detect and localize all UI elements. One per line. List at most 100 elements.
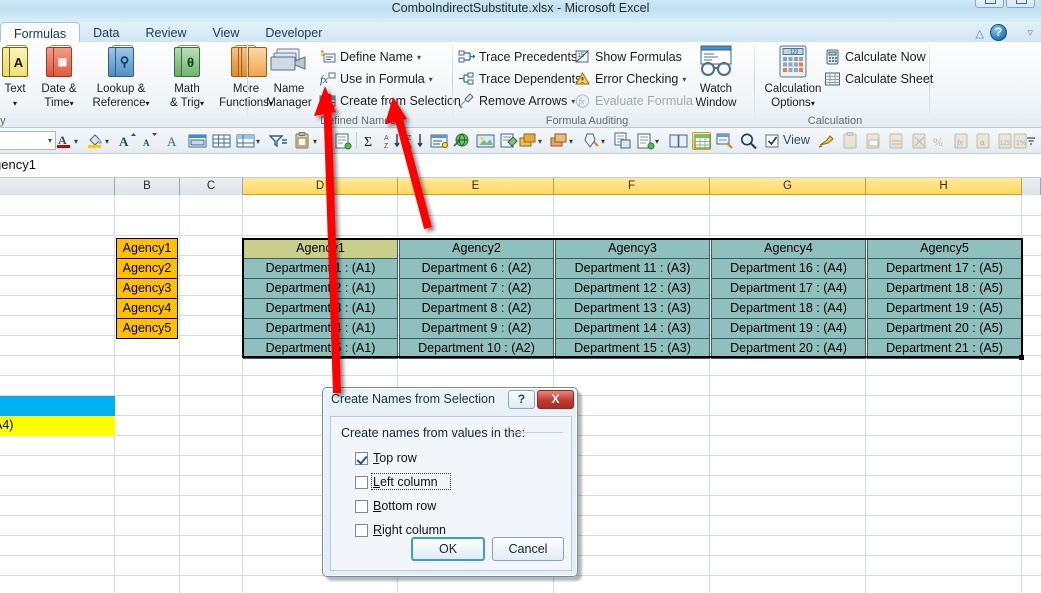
- table-row[interactable]: Department 8 : (A2): [399, 298, 554, 319]
- chevron-down-icon[interactable]: ▿: [1027, 26, 1033, 39]
- agency-cell[interactable]: Agency3: [116, 278, 178, 299]
- table-row[interactable]: Department 19 : (A5): [867, 298, 1022, 319]
- shape-outline-chevron-icon[interactable]: ▾: [601, 137, 605, 146]
- table-row[interactable]: Department 17 : (A5): [867, 258, 1022, 279]
- table-header-cell[interactable]: Agency1: [243, 238, 398, 259]
- table-row[interactable]: Department 20 : (A4): [711, 338, 866, 359]
- book-icon[interactable]: [669, 132, 688, 150]
- dialog-close-button[interactable]: X: [537, 390, 574, 409]
- table-row[interactable]: Department 12 : (A3): [555, 278, 710, 299]
- shape-icon[interactable]: [519, 132, 538, 150]
- checkbox-box[interactable]: [355, 452, 368, 465]
- print-preview-icon[interactable]: [613, 132, 632, 150]
- picture-icon[interactable]: [476, 132, 495, 150]
- ribbon-tab-view[interactable]: View: [200, 22, 253, 42]
- find-replace-icon[interactable]: [716, 132, 735, 150]
- table-row[interactable]: Department 10 : (A2): [399, 338, 554, 359]
- insert-object-icon[interactable]: [499, 132, 518, 150]
- table-row[interactable]: Department 18 : (A4): [711, 298, 866, 319]
- ribbon-command-use-in-formula[interactable]: fx Use in Formula ▾: [318, 68, 433, 90]
- paste-link-icon[interactable]: [887, 132, 906, 150]
- table-row[interactable]: Department 6 : (A2): [399, 258, 554, 279]
- font-color-chevron-icon[interactable]: ▾: [74, 137, 78, 146]
- shape-outline-icon[interactable]: [582, 132, 601, 150]
- window-controls[interactable]: [975, 0, 1035, 8]
- table-row[interactable]: Department 5 : (A1): [243, 338, 398, 359]
- increase-font-icon[interactable]: A: [118, 132, 137, 150]
- fill-color-icon[interactable]: [86, 132, 105, 150]
- table-row[interactable]: Department 17 : (A4): [711, 278, 866, 299]
- dialog-help-button[interactable]: ?: [508, 390, 535, 409]
- spreadsheet-icon[interactable]: [692, 132, 711, 150]
- ribbon-button-watch-window[interactable]: Watch Window: [687, 45, 745, 109]
- paste-noborder-icon[interactable]: [910, 132, 929, 150]
- format-painter-icon[interactable]: [818, 132, 837, 150]
- help-icon[interactable]: ?: [990, 24, 1007, 41]
- table-row[interactable]: Department 15 : (A3): [555, 338, 710, 359]
- column-header-E[interactable]: E: [398, 178, 554, 195]
- percent-icon[interactable]: %: [931, 132, 950, 150]
- shape-chevron-icon[interactable]: ▾: [538, 137, 542, 146]
- border-style-chevron-icon[interactable]: ▾: [256, 137, 260, 146]
- table-row[interactable]: Department 13 : (A3): [555, 298, 710, 319]
- table-row[interactable]: Department 2 : (A1): [243, 278, 398, 299]
- checkbox-box[interactable]: [355, 500, 368, 513]
- ribbon-command-calculate-sheet[interactable]: Calculate Sheet: [823, 68, 933, 90]
- fill-color-chevron-icon[interactable]: ▾: [105, 137, 109, 146]
- formula-paste-icon[interactable]: fx: [952, 132, 971, 150]
- table-row[interactable]: Department 18 : (A5): [867, 278, 1022, 299]
- table-row[interactable]: Department 14 : (A3): [555, 318, 710, 339]
- ribbon-button-lookup-reference[interactable]: ⚲ Lookup & Reference▾: [82, 45, 160, 110]
- table-row[interactable]: Department 19 : (A4): [711, 318, 866, 339]
- ribbon-button-date-time[interactable]: ▦ Date & Time▾: [30, 45, 88, 110]
- border-style-icon[interactable]: [236, 132, 255, 150]
- agency-cell[interactable]: Agency4: [116, 298, 178, 319]
- table-row[interactable]: Department 1 : (A1): [243, 258, 398, 279]
- ribbon-command-trace-dependents[interactable]: Trace Dependents: [457, 68, 581, 90]
- restore-button[interactable]: [1006, 0, 1035, 8]
- cyan-cell[interactable]: [0, 396, 115, 416]
- ribbon-button-name-manager[interactable]: Name Manager: [260, 45, 318, 109]
- dialog-ok-button[interactable]: OK: [411, 537, 485, 561]
- ribbon-command-remove-arrows[interactable]: Remove Arrows ▾: [457, 90, 575, 112]
- table-row[interactable]: Department 4 : (A1): [243, 318, 398, 339]
- checkbox-view-icon[interactable]: [763, 132, 782, 150]
- formula-bar[interactable]: gency1: [0, 154, 1041, 178]
- autosum-icon[interactable]: Σ: [361, 132, 380, 150]
- paste-special-icon[interactable]: [293, 132, 312, 150]
- ribbon-command-trace-precedents[interactable]: Trace Precedents: [457, 46, 577, 68]
- paste-special-chevron-icon[interactable]: ▾: [313, 137, 317, 146]
- table-row[interactable]: Department 3 : (A1): [243, 298, 398, 319]
- paste-text-icon[interactable]: a: [974, 132, 993, 150]
- table-row[interactable]: Department 7 : (A2): [399, 278, 554, 299]
- table-header-cell[interactable]: Agency5: [867, 238, 1022, 259]
- column-header-B[interactable]: B: [115, 178, 180, 195]
- ribbon-tab-formulas[interactable]: Formulas: [0, 22, 81, 42]
- ribbon-command-create-from-selection[interactable]: Create from Selection: [318, 90, 461, 112]
- table-row[interactable]: Department 11 : (A3): [555, 258, 710, 279]
- ribbon-command-show-formulas[interactable]: 15 Show Formulas: [573, 46, 682, 68]
- agency-cell[interactable]: Agency5: [116, 318, 178, 339]
- table-row[interactable]: Department 16 : (A4): [711, 258, 866, 279]
- form-icon[interactable]: [430, 132, 449, 150]
- page-setup-icon[interactable]: [636, 132, 655, 150]
- yellow-cell[interactable]: A4): [0, 416, 115, 436]
- column-header-F[interactable]: F: [554, 178, 710, 195]
- column-header-C[interactable]: C: [180, 178, 243, 195]
- ribbon-tab-developer[interactable]: Developer: [252, 22, 335, 42]
- view-label[interactable]: View: [783, 133, 810, 147]
- ribbon-tab-review[interactable]: Review: [133, 22, 200, 42]
- checkbox-box[interactable]: [355, 524, 368, 537]
- filter-icon[interactable]: [268, 132, 288, 150]
- font-style-icon[interactable]: A: [163, 132, 182, 150]
- export-icon[interactable]: [334, 132, 353, 150]
- column-header-A[interactable]: [0, 178, 115, 195]
- more-icon[interactable]: [1024, 132, 1038, 150]
- create-names-dialog[interactable]: Create Names from Selection ? X Create n…: [322, 387, 578, 577]
- ribbon-command-define-name[interactable]: Define Name ▾: [318, 46, 421, 68]
- font-color-icon[interactable]: A: [55, 132, 74, 150]
- column-header-G[interactable]: G: [710, 178, 866, 195]
- paste-values-icon[interactable]: [841, 132, 860, 150]
- home-icon[interactable]: △: [976, 27, 984, 40]
- table-row[interactable]: Department 20 : (A5): [867, 318, 1022, 339]
